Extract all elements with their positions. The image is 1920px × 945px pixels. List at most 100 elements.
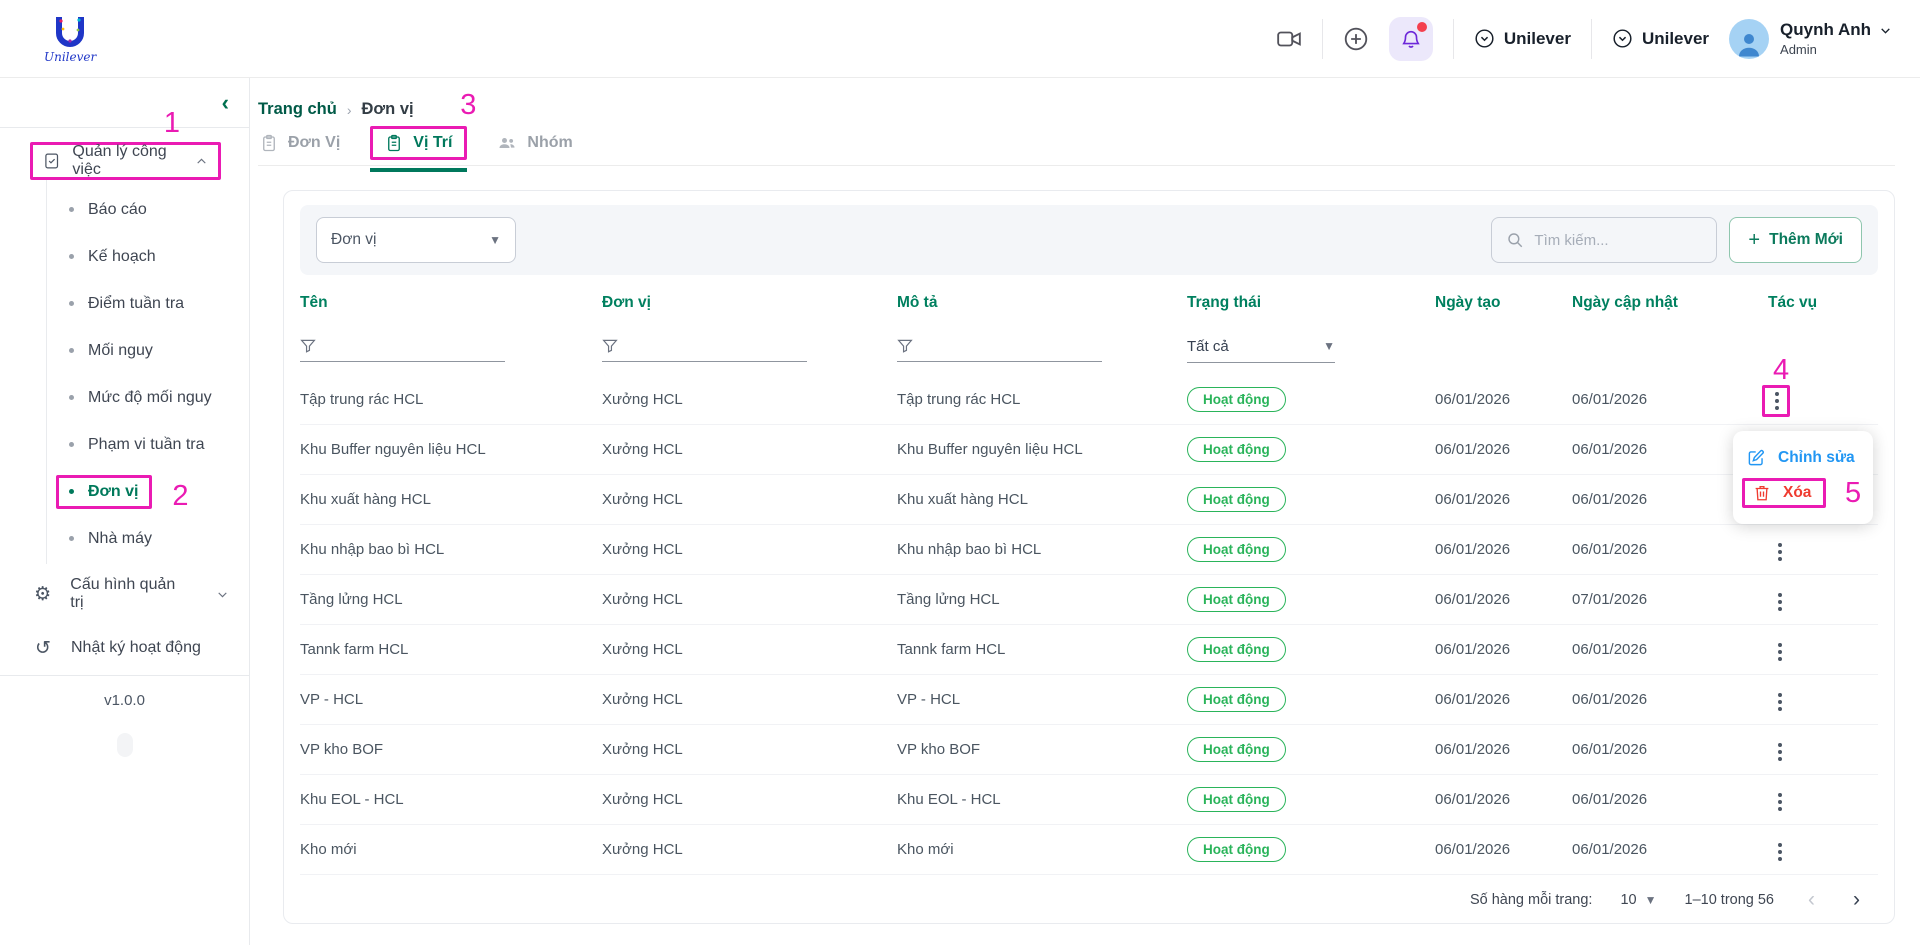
status-filter-select[interactable]: Tất cả ▼ xyxy=(1187,338,1335,363)
row-actions-kebab[interactable] xyxy=(1770,789,1790,815)
filter-input-don-vi[interactable] xyxy=(602,338,807,362)
annotation-box-5: Xóa xyxy=(1742,478,1826,508)
next-page-button[interactable]: › xyxy=(1847,888,1866,912)
cell-ngay-cap-nhat: 06/01/2026 xyxy=(1572,791,1768,808)
filter-input-mo-ta[interactable] xyxy=(897,338,1102,362)
row-actions-kebab[interactable] xyxy=(1767,388,1787,414)
scroll-thumb xyxy=(117,733,133,757)
column-header: Đơn vị xyxy=(602,294,897,312)
table-row: Khu xuất hàng HCLXưởng HCLKhu xuất hàng … xyxy=(300,475,1878,525)
cell-ngay-tao: 06/01/2026 xyxy=(1435,691,1572,708)
pagination: Số hàng mỗi trang: 10 ▼ 1–10 trong 56 ‹ … xyxy=(300,875,1878,925)
bullet-icon xyxy=(69,489,74,494)
breadcrumb: Trang chủ › Đơn vị xyxy=(258,100,1895,119)
row-actions-kebab[interactable] xyxy=(1770,539,1790,565)
sidebar-subitem[interactable]: Phạm vi tuần tra xyxy=(47,421,249,468)
row-actions-kebab[interactable] xyxy=(1770,739,1790,765)
cell-mo-ta: VP - HCL xyxy=(897,691,1187,708)
notifications-bell-icon[interactable] xyxy=(1389,17,1433,61)
sidebar-subitem-label: Điểm tuần tra xyxy=(88,295,184,313)
gear-icon: ⚙ xyxy=(32,583,53,606)
add-new-button[interactable]: + Thêm Mới xyxy=(1729,217,1862,263)
cell-don-vi: Xưởng HCL xyxy=(602,591,897,608)
caret-down-icon: ▼ xyxy=(489,233,501,247)
cell-ngay-cap-nhat: 07/01/2026 xyxy=(1572,591,1768,608)
sidebar-subitem[interactable]: Mức độ mối nguy xyxy=(47,374,249,421)
sidebar-subitem[interactable]: Kế hoạch xyxy=(47,233,249,280)
column-header: Ngày tạo xyxy=(1435,294,1572,312)
row-actions-kebab[interactable] xyxy=(1770,639,1790,665)
table-row: Tannk farm HCLXưởng HCLTannk farm HCLHoạ… xyxy=(300,625,1878,675)
sidebar-collapse-icon[interactable]: ‹ xyxy=(222,92,229,114)
bullet-icon xyxy=(69,254,74,259)
user-role: Admin xyxy=(1780,42,1892,57)
add-new-label: Thêm Mới xyxy=(1769,231,1843,249)
table-row: Khu EOL - HCLXưởng HCLKhu EOL - HCLHoạt … xyxy=(300,775,1878,825)
sidebar-collapse-row: ‹ xyxy=(0,78,249,128)
sidebar-item-quan-ly-cong-viec[interactable]: Quản lý công việc 1 xyxy=(30,142,221,180)
video-icon[interactable] xyxy=(1276,26,1302,52)
prev-page-button[interactable]: ‹ xyxy=(1802,888,1821,912)
cell-mo-ta: Khu Buffer nguyên liệu HCL xyxy=(897,441,1187,458)
org-switcher-1[interactable]: Unilever xyxy=(1474,28,1571,49)
search-box[interactable] xyxy=(1491,217,1717,263)
header-divider xyxy=(1322,19,1323,59)
row-actions-kebab[interactable] xyxy=(1770,839,1790,865)
context-menu-delete[interactable]: Xóa xyxy=(1733,474,1873,508)
people-group-icon xyxy=(497,133,517,153)
cell-ngay-tao: 06/01/2026 xyxy=(1435,491,1572,508)
cell-ten: Khu xuất hàng HCL xyxy=(300,491,602,508)
rows-per-page-select[interactable]: 10 ▼ xyxy=(1620,892,1656,908)
cell-ngay-tao: 06/01/2026 xyxy=(1435,791,1572,808)
unit-filter-value: Đơn vị xyxy=(331,231,376,249)
cell-mo-ta: VP kho BOF xyxy=(897,741,1187,758)
header-actions: Unilever Unilever Quynh Anh xyxy=(1276,17,1892,61)
search-input[interactable] xyxy=(1534,232,1684,249)
filter-input-ten[interactable] xyxy=(300,338,505,362)
unit-filter-select[interactable]: Đơn vị ▼ xyxy=(316,217,516,263)
context-menu-delete-label: Xóa xyxy=(1783,484,1811,502)
user-menu[interactable]: Quynh Anh Admin xyxy=(1729,19,1892,59)
column-header: Tác vụ xyxy=(1768,294,1878,312)
sidebar-subitem[interactable]: Nhà máy xyxy=(47,515,249,562)
avatar xyxy=(1729,19,1769,59)
sidebar-subitem[interactable]: Báo cáo xyxy=(47,186,249,233)
sidebar-item-nhat-ky-hoat-dong[interactable]: ↺ Nhật ký hoạt động xyxy=(0,624,249,672)
unilever-logo[interactable]: Unilever xyxy=(44,15,96,63)
sidebar-item-cau-hinh-quan-tri[interactable]: ⚙ Cấu hình quản trị xyxy=(0,570,249,618)
column-header: Ngày cập nhật xyxy=(1572,294,1768,312)
cell-ngay-tao: 06/01/2026 xyxy=(1435,641,1572,658)
bullet-icon xyxy=(69,348,74,353)
breadcrumb-current: Đơn vị xyxy=(362,100,414,119)
cell-don-vi: Xưởng HCL xyxy=(602,841,897,858)
cell-ten: Khu Buffer nguyên liệu HCL xyxy=(300,441,602,458)
context-menu-edit[interactable]: Chỉnh sửa xyxy=(1733,441,1873,474)
add-icon[interactable] xyxy=(1343,26,1369,52)
sidebar-subitem-label: Báo cáo xyxy=(88,201,147,219)
table-header-row: Tên Đơn vị Mô tả Trạng thái Ngày tạo Ngà… xyxy=(300,281,1878,325)
tab-vi-tri[interactable]: Vị Trí 3 xyxy=(370,126,467,160)
table-row: Kho mớiXưởng HCLKho mớiHoạt động06/01/20… xyxy=(300,825,1878,875)
row-actions-kebab[interactable] xyxy=(1770,589,1790,615)
row-actions-kebab[interactable] xyxy=(1770,689,1790,715)
sidebar-subitem[interactable]: Điểm tuần tra xyxy=(47,280,249,327)
chevron-down-icon xyxy=(216,588,229,601)
tab-nhom[interactable]: Nhóm xyxy=(497,133,572,153)
sidebar-subitem[interactable]: Mối nguy xyxy=(47,327,249,374)
column-header: Mô tả xyxy=(897,294,1187,312)
breadcrumb-home[interactable]: Trang chủ xyxy=(258,100,337,119)
cell-ngay-cap-nhat: 06/01/2026 xyxy=(1572,541,1768,558)
org-switcher-2[interactable]: Unilever xyxy=(1612,28,1709,49)
column-header: Trạng thái xyxy=(1187,294,1435,312)
cell-ten: VP kho BOF xyxy=(300,741,602,758)
status-badge: Hoạt động xyxy=(1187,537,1286,562)
cell-mo-ta: Khu nhập bao bì HCL xyxy=(897,541,1187,558)
table-row: VP kho BOFXưởng HCLVP kho BOFHoạt động06… xyxy=(300,725,1878,775)
app-header: Unilever xyxy=(0,0,1920,78)
tab-don-vi[interactable]: Đơn Vị xyxy=(260,134,340,152)
table-row: Khu nhập bao bì HCLXưởng HCLKhu nhập bao… xyxy=(300,525,1878,575)
sidebar-subitem[interactable]: Đơn vị2 xyxy=(47,468,249,515)
cell-don-vi: Xưởng HCL xyxy=(602,541,897,558)
cell-don-vi: Xưởng HCL xyxy=(602,491,897,508)
status-badge: Hoạt động xyxy=(1187,637,1286,662)
